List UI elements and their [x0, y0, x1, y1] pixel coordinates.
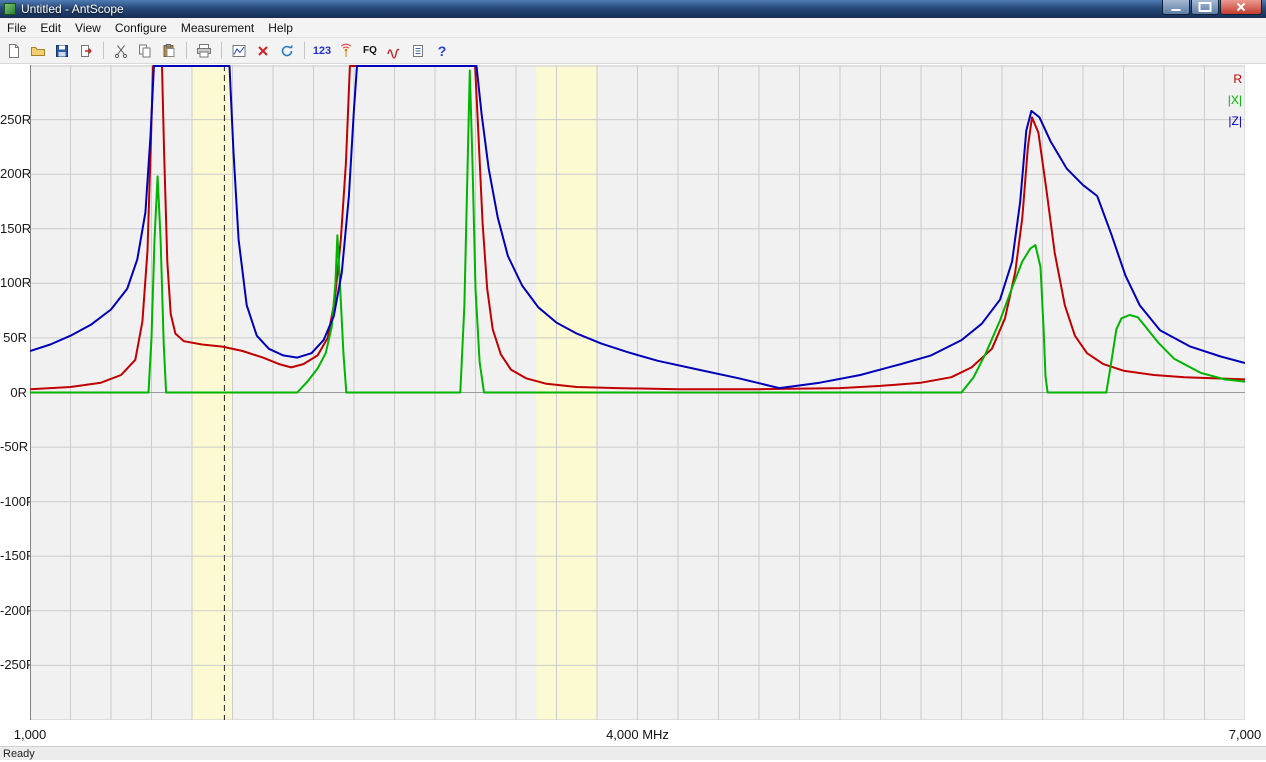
app-icon [4, 3, 16, 15]
status-bar: Ready [0, 746, 1266, 760]
export-icon [78, 43, 94, 59]
menu-bar: File Edit View Configure Measurement Hel… [0, 18, 1266, 38]
save-button[interactable] [51, 40, 73, 62]
y-tick-label: -200R [0, 603, 27, 618]
new-file-icon [6, 43, 22, 59]
antscope-window: Untitled - AntScope File Edit View Confi… [0, 0, 1266, 762]
y-tick-label: 100R [0, 275, 27, 290]
waveform-icon [386, 43, 402, 59]
toolbar-separator [103, 42, 104, 59]
notes-icon [410, 43, 426, 59]
toolbar-separator [221, 42, 222, 59]
maximize-button[interactable] [1191, 0, 1219, 15]
window-title: Untitled - AntScope [21, 2, 1162, 16]
frequency-button[interactable]: FQ [359, 40, 381, 62]
delete-x-icon [255, 43, 271, 59]
antenna-button[interactable] [335, 40, 357, 62]
y-tick-label: 250R [0, 112, 27, 127]
toolbar-separator [186, 42, 187, 59]
close-button[interactable] [1220, 0, 1262, 15]
legend: R |X| |Z| [1228, 72, 1242, 128]
help-button[interactable]: ? [431, 40, 453, 62]
x-tick-label: 4,000 MHz [606, 727, 669, 742]
menu-item-edit[interactable]: Edit [33, 19, 68, 37]
chart-button[interactable] [228, 40, 250, 62]
status-text: Ready [3, 748, 35, 760]
numeric-entry-label: 123 [313, 45, 331, 57]
y-tick-label: -150R [0, 548, 27, 563]
scissors-icon [113, 43, 129, 59]
title-bar[interactable]: Untitled - AntScope [0, 0, 1266, 18]
menu-item-file[interactable]: File [0, 19, 33, 37]
frequency-label: FQ [363, 45, 377, 56]
open-file-button[interactable] [27, 40, 49, 62]
printer-icon [196, 43, 212, 59]
y-tick-label: -50R [0, 439, 27, 454]
paste-button[interactable] [158, 40, 180, 62]
notes-button[interactable] [407, 40, 429, 62]
legend-item-z: |Z| [1228, 114, 1242, 128]
minimize-button[interactable] [1162, 0, 1190, 15]
cut-button[interactable] [110, 40, 132, 62]
help-label: ? [438, 43, 447, 59]
new-file-button[interactable] [3, 40, 25, 62]
x-tick-label: 7,000 [1229, 727, 1262, 742]
x-tick-label: 1,000 [14, 727, 47, 742]
copy-icon [137, 43, 153, 59]
print-button[interactable] [193, 40, 215, 62]
y-tick-label: 200R [0, 166, 27, 181]
chart-icon [231, 43, 247, 59]
open-folder-icon [30, 43, 46, 59]
y-tick-label: -250R [0, 657, 27, 672]
antenna-icon [338, 43, 354, 59]
legend-item-x: |X| [1228, 93, 1242, 107]
menu-item-configure[interactable]: Configure [108, 19, 174, 37]
copy-button[interactable] [134, 40, 156, 62]
toolbar: 123 FQ ? [0, 38, 1266, 64]
chart-area[interactable]: 250R 200R 150R 100R 50R 0R -50R -100R -150R -200R… [0, 64, 1266, 724]
menu-item-view[interactable]: View [68, 19, 108, 37]
impedance-plot[interactable] [30, 65, 1245, 720]
legend-item-r: R [1233, 72, 1242, 86]
refresh-icon [279, 43, 295, 59]
paste-icon [161, 43, 177, 59]
y-tick-label: 50R [0, 330, 27, 345]
y-tick-label: 150R [0, 221, 27, 236]
export-button[interactable] [75, 40, 97, 62]
numeric-entry-button[interactable]: 123 [311, 40, 333, 62]
y-tick-label: -100R [0, 494, 27, 509]
x-axis: 1,000 4,000 MHz 7,000 [0, 724, 1266, 746]
floppy-disk-icon [54, 43, 70, 59]
clear-button[interactable] [252, 40, 274, 62]
y-tick-label: 0R [0, 385, 27, 400]
waveform-button[interactable] [383, 40, 405, 62]
refresh-button[interactable] [276, 40, 298, 62]
menu-item-measurement[interactable]: Measurement [174, 19, 261, 37]
window-controls [1162, 0, 1262, 15]
menu-item-help[interactable]: Help [261, 19, 300, 37]
toolbar-separator [304, 42, 305, 59]
